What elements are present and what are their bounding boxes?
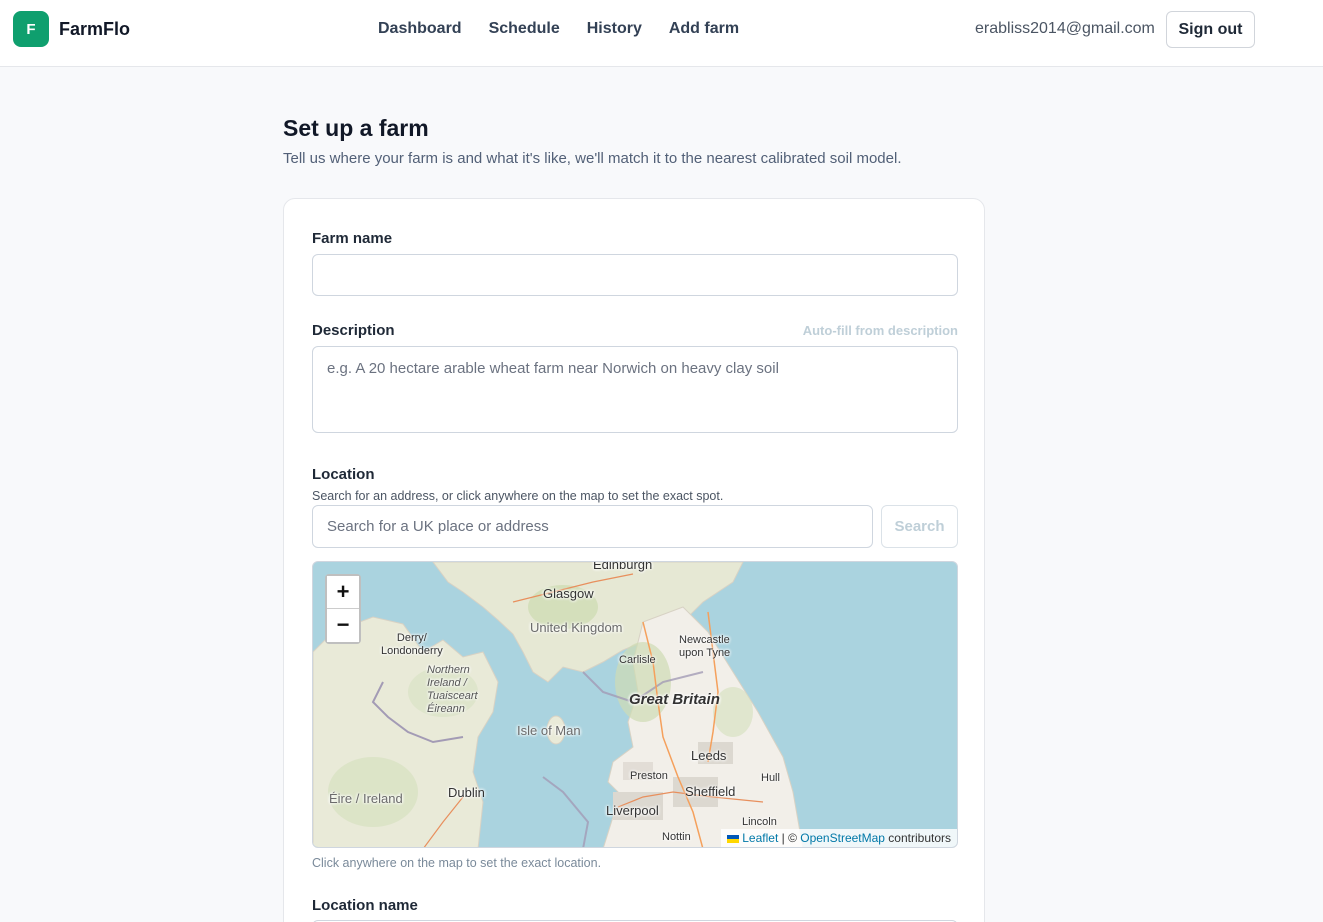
location-search-button[interactable]: Search [881,505,958,548]
map-label-great-britain: Great Britain [629,691,720,708]
location-map[interactable]: + − Edinburgh Glasgow United Kingdom Der… [312,561,958,848]
map-zoom-controls: + − [325,574,361,644]
page-title: Set up a farm [283,115,429,141]
description-textarea[interactable] [312,346,958,433]
brand-logo-icon: F [13,11,49,47]
map-label-liverpool: Liverpool [606,803,659,818]
map-label-nottingham: Nottin [662,831,691,843]
location-help-text: Search for an address, or click anywhere… [312,489,724,503]
farm-setup-card: Farm name Description Auto-fill from des… [283,198,985,922]
map-help-text: Click anywhere on the map to set the exa… [312,856,602,870]
map-label-edinburgh: Edinburgh [593,561,653,572]
map-label-dublin: Dublin [448,785,485,800]
nav-schedule[interactable]: Schedule [489,20,560,38]
map-label-leeds: Leeds [691,748,727,763]
zoom-out-button[interactable]: − [327,609,359,642]
description-label: Description [312,322,395,339]
location-name-label: Location name [312,897,418,914]
nav-add-farm[interactable]: Add farm [669,20,739,38]
map-label-newcastle: Newcastle upon Tyne [679,634,731,659]
openstreetmap-link[interactable]: OpenStreetMap [800,831,885,845]
attribution-contributors: contributors [884,831,951,845]
user-email: erabliss2014@gmail.com [975,20,1155,37]
attribution-separator: | © [778,831,801,845]
farm-name-input[interactable] [312,254,958,296]
map-label-northern-ireland: Northern Ireland / Tuaisceart Éireann [427,664,478,715]
map-attribution: Leaflet | © OpenStreetMap contributors [721,829,957,847]
map-label-glasgow: Glasgow [543,586,594,601]
brand[interactable]: F FarmFlo [13,11,130,47]
autofill-from-description-button[interactable]: Auto-fill from description [801,323,958,338]
map-label-preston: Preston [630,770,668,782]
location-search-input[interactable] [312,505,873,548]
top-navigation-bar: F FarmFlo Dashboard Schedule History Add… [0,0,1323,67]
sign-out-button[interactable]: Sign out [1166,11,1255,48]
map-label-united-kingdom: United Kingdom [530,620,623,635]
main-nav: Dashboard Schedule History Add farm [378,20,739,38]
location-label: Location [312,466,375,483]
map-label-eire: Éire / Ireland [329,791,403,806]
map-label-lincoln: Lincoln [742,816,777,828]
page-subtitle: Tell us where your farm is and what it's… [283,150,902,167]
ukraine-flag-icon [727,834,740,843]
farm-name-label: Farm name [312,230,393,247]
map-label-derry: Derry/ Londonderry [381,632,443,657]
map-label-isle-of-man: Isle of Man [517,723,581,738]
leaflet-link[interactable]: Leaflet [742,831,778,845]
map-label-sheffield: Sheffield [685,784,736,799]
nav-history[interactable]: History [587,20,642,38]
zoom-in-button[interactable]: + [327,576,359,609]
map-label-carlisle: Carlisle [619,654,656,666]
nav-dashboard[interactable]: Dashboard [378,20,462,38]
brand-name: FarmFlo [59,18,131,39]
map-label-hull: Hull [761,772,780,784]
